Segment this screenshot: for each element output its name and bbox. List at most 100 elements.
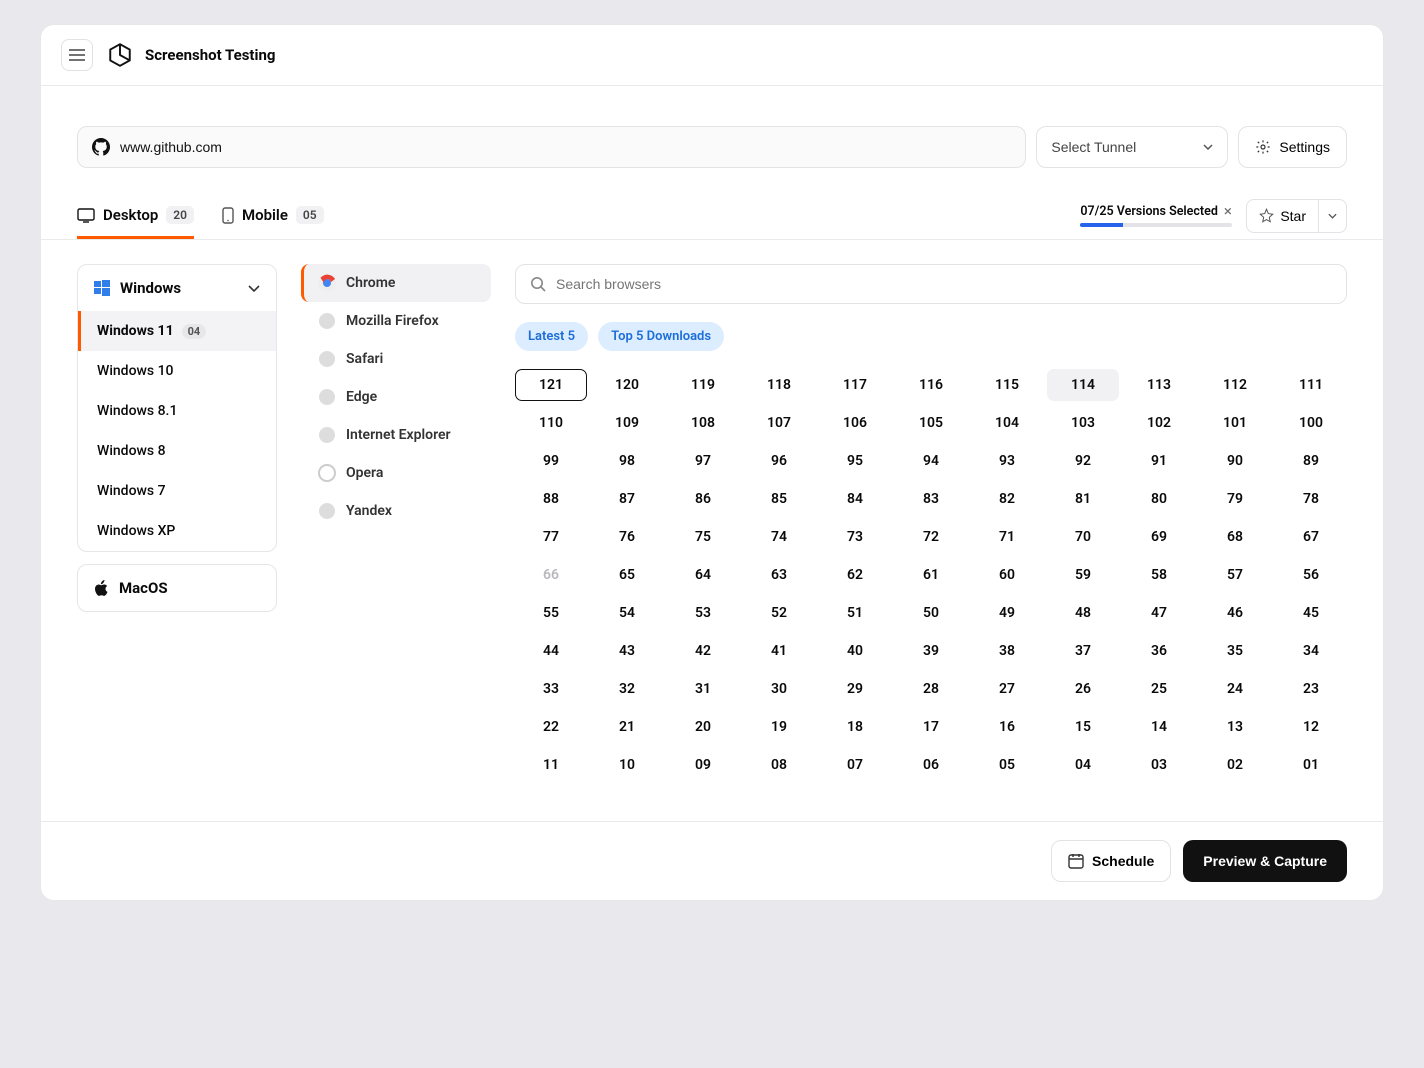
version-cell[interactable]: 47	[1123, 597, 1195, 629]
version-cell[interactable]: 77	[515, 521, 587, 553]
version-cell[interactable]: 34	[1275, 635, 1347, 667]
url-input[interactable]	[120, 139, 1011, 155]
version-cell[interactable]: 18	[819, 711, 891, 743]
os-item[interactable]: Windows XP	[78, 511, 276, 551]
version-cell[interactable]: 93	[971, 445, 1043, 477]
version-cell[interactable]: 117	[819, 369, 891, 401]
version-cell[interactable]: 38	[971, 635, 1043, 667]
version-cell[interactable]: 67	[1275, 521, 1347, 553]
version-cell[interactable]: 37	[1047, 635, 1119, 667]
version-cell[interactable]: 101	[1199, 407, 1271, 439]
pill-latest-5[interactable]: Latest 5	[515, 322, 588, 351]
version-cell[interactable]: 42	[667, 635, 739, 667]
version-cell[interactable]: 65	[591, 559, 663, 591]
version-cell[interactable]: 33	[515, 673, 587, 705]
pill-top-5-downloads[interactable]: Top 5 Downloads	[598, 322, 724, 351]
version-cell[interactable]: 74	[743, 521, 815, 553]
version-cell[interactable]: 79	[1199, 483, 1271, 515]
version-cell[interactable]: 50	[895, 597, 967, 629]
version-cell[interactable]: 105	[895, 407, 967, 439]
os-item[interactable]: Windows 8	[78, 431, 276, 471]
version-cell[interactable]: 49	[971, 597, 1043, 629]
version-cell[interactable]: 89	[1275, 445, 1347, 477]
version-cell[interactable]: 99	[515, 445, 587, 477]
version-cell[interactable]: 31	[667, 673, 739, 705]
version-cell[interactable]: 104	[971, 407, 1043, 439]
version-cell[interactable]: 87	[591, 483, 663, 515]
version-cell[interactable]: 83	[895, 483, 967, 515]
version-cell[interactable]: 20	[667, 711, 739, 743]
browser-item[interactable]: Opera	[301, 454, 491, 492]
version-cell[interactable]: 56	[1275, 559, 1347, 591]
version-cell[interactable]: 75	[667, 521, 739, 553]
version-cell[interactable]: 29	[819, 673, 891, 705]
version-cell[interactable]: 07	[819, 749, 891, 781]
browser-item[interactable]: Edge	[301, 378, 491, 416]
os-item[interactable]: Windows 10	[78, 351, 276, 391]
version-cell[interactable]: 95	[819, 445, 891, 477]
browser-item[interactable]: Yandex	[301, 492, 491, 530]
version-cell[interactable]: 21	[591, 711, 663, 743]
version-cell[interactable]: 66	[515, 559, 587, 591]
version-cell[interactable]: 39	[895, 635, 967, 667]
settings-button[interactable]: Settings	[1238, 126, 1347, 168]
version-cell[interactable]: 85	[743, 483, 815, 515]
version-cell[interactable]: 11	[515, 749, 587, 781]
version-cell[interactable]: 09	[667, 749, 739, 781]
version-cell[interactable]: 97	[667, 445, 739, 477]
version-cell[interactable]: 91	[1123, 445, 1195, 477]
version-cell[interactable]: 98	[591, 445, 663, 477]
version-cell[interactable]: 59	[1047, 559, 1119, 591]
version-cell[interactable]: 100	[1275, 407, 1347, 439]
url-input-wrap[interactable]	[77, 126, 1026, 168]
version-cell[interactable]: 110	[515, 407, 587, 439]
version-cell[interactable]: 106	[819, 407, 891, 439]
version-cell[interactable]: 45	[1275, 597, 1347, 629]
version-cell[interactable]: 107	[743, 407, 815, 439]
version-cell[interactable]: 12	[1275, 711, 1347, 743]
version-cell[interactable]: 121	[515, 369, 587, 401]
version-cell[interactable]: 01	[1275, 749, 1347, 781]
version-cell[interactable]: 05	[971, 749, 1043, 781]
version-cell[interactable]: 84	[819, 483, 891, 515]
version-cell[interactable]: 64	[667, 559, 739, 591]
version-cell[interactable]: 61	[895, 559, 967, 591]
version-cell[interactable]: 02	[1199, 749, 1271, 781]
version-cell[interactable]: 06	[895, 749, 967, 781]
version-cell[interactable]: 27	[971, 673, 1043, 705]
version-cell[interactable]: 46	[1199, 597, 1271, 629]
browser-item[interactable]: Mozilla Firefox	[301, 302, 491, 340]
version-cell[interactable]: 62	[819, 559, 891, 591]
version-cell[interactable]: 78	[1275, 483, 1347, 515]
os-item[interactable]: Windows 1104	[78, 311, 276, 351]
version-cell[interactable]: 108	[667, 407, 739, 439]
version-cell[interactable]: 120	[591, 369, 663, 401]
version-cell[interactable]: 72	[895, 521, 967, 553]
version-cell[interactable]: 94	[895, 445, 967, 477]
star-dropdown-button[interactable]	[1319, 199, 1347, 233]
version-cell[interactable]: 25	[1123, 673, 1195, 705]
preview-capture-button[interactable]: Preview & Capture	[1183, 840, 1347, 882]
version-cell[interactable]: 76	[591, 521, 663, 553]
os-header-windows[interactable]: Windows	[78, 265, 276, 311]
version-cell[interactable]: 115	[971, 369, 1043, 401]
star-button[interactable]: Star	[1246, 199, 1319, 233]
version-cell[interactable]: 15	[1047, 711, 1119, 743]
version-cell[interactable]: 103	[1047, 407, 1119, 439]
version-cell[interactable]: 80	[1123, 483, 1195, 515]
search-browsers-input[interactable]	[556, 276, 1332, 292]
version-cell[interactable]: 03	[1123, 749, 1195, 781]
version-cell[interactable]: 116	[895, 369, 967, 401]
version-cell[interactable]: 14	[1123, 711, 1195, 743]
browser-item[interactable]: Chrome	[301, 264, 491, 302]
version-cell[interactable]: 68	[1199, 521, 1271, 553]
version-cell[interactable]: 30	[743, 673, 815, 705]
version-cell[interactable]: 96	[743, 445, 815, 477]
version-cell[interactable]: 82	[971, 483, 1043, 515]
tab-desktop[interactable]: Desktop 20	[77, 192, 194, 239]
select-tunnel-dropdown[interactable]: Select Tunnel	[1036, 126, 1228, 168]
version-cell[interactable]: 40	[819, 635, 891, 667]
version-cell[interactable]: 13	[1199, 711, 1271, 743]
version-cell[interactable]: 71	[971, 521, 1043, 553]
os-item[interactable]: Windows 7	[78, 471, 276, 511]
